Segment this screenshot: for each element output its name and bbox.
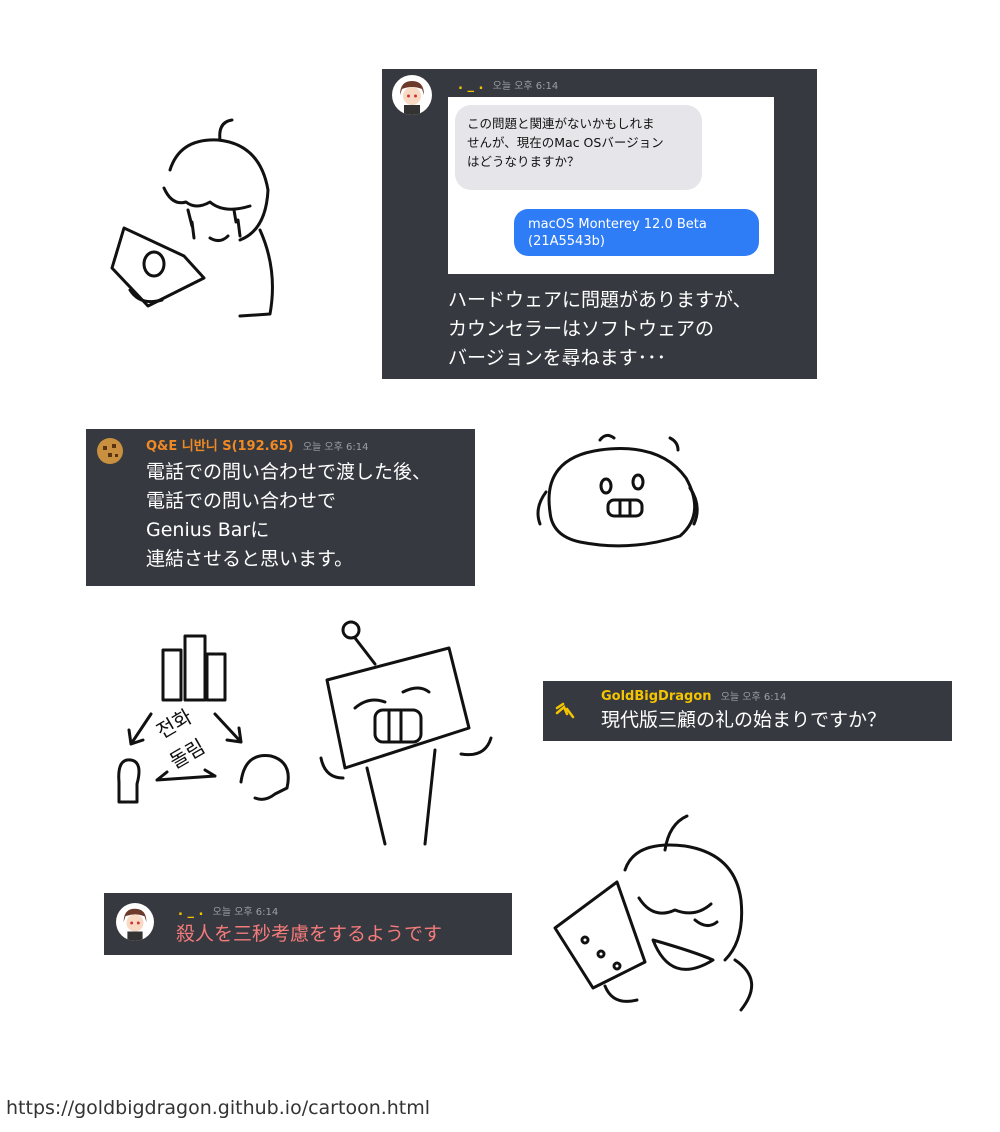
laughing-boy-phone-drawing [553, 814, 754, 1012]
message-header: GoldBigDragon 오늘 오후 6:14 [601, 688, 786, 704]
user-avatar[interactable] [392, 75, 432, 115]
username[interactable]: . _ . [178, 904, 203, 919]
message-text: 現代版三顧の礼の始まりですか？ [601, 709, 887, 731]
timestamp: 오늘 오후 6:14 [720, 692, 787, 703]
timestamp: 오늘 오후 6:14 [302, 442, 369, 453]
crying-boy-laptop-drawing [110, 118, 274, 318]
message-text: 電話での問い合わせで渡した後、 電話での問い合わせで Genius Barに 連… [146, 461, 432, 570]
message-header: Q&E 니반니 S(192.65) 오늘 오후 6:14 [146, 435, 368, 454]
chat-panel-murder: . _ . 오늘 오후 6:14 殺人を三秒考慮をするようです [104, 893, 512, 955]
message-text: 殺人を三秒考慮をするようです [176, 923, 443, 945]
message-header: . _ . 오늘 오후 6:14 [178, 903, 278, 919]
message-bubble-outgoing: macOS Monterey 12.0 Beta (21A5543b) [514, 209, 759, 256]
chat-panel-genius-bar: Q&E 니반니 S(192.65) 오늘 오후 6:14 電話での問い合わせで渡… [86, 429, 475, 586]
username[interactable]: . _ . [458, 78, 483, 93]
message-bubble-incoming: この問題と関連がないかもしれま せんが、現在のMac OSバージョン はどうなり… [455, 105, 702, 190]
username[interactable]: Q&E 니반니 S(192.65) [146, 439, 294, 454]
username[interactable]: GoldBigDragon [601, 689, 712, 704]
timestamp: 오늘 오후 6:14 [492, 81, 559, 92]
footer-url-link[interactable]: https://goldbigdragon.github.io/cartoon.… [6, 1097, 430, 1119]
nervous-blob-drawing [536, 433, 699, 548]
message-header: . _ . 오늘 오후 6:14 [458, 77, 558, 93]
user-avatar[interactable] [116, 903, 154, 941]
phone-screenshot: この問題と関連がないかもしれま せんが、現在のMac OSバージョン はどうなり… [448, 97, 774, 274]
dragon-avatar-icon[interactable] [553, 699, 577, 723]
phone-transfer-diagram-drawing [117, 634, 290, 804]
timestamp: 오늘 오후 6:14 [212, 907, 279, 918]
robot-drawing [319, 620, 493, 846]
message-text: ハードウェアに問題がありますが、 カウンセラーはソフトウェアの バージョンを尋ね… [448, 289, 752, 369]
chat-panel-three-visits: GoldBigDragon 오늘 오후 6:14 現代版三顧の礼の始まりですか？ [543, 681, 952, 741]
chat-panel-hardware: . _ . 오늘 오후 6:14 この問題と関連がないかもしれま せんが、現在の… [382, 69, 817, 379]
cookie-avatar[interactable] [94, 435, 126, 467]
